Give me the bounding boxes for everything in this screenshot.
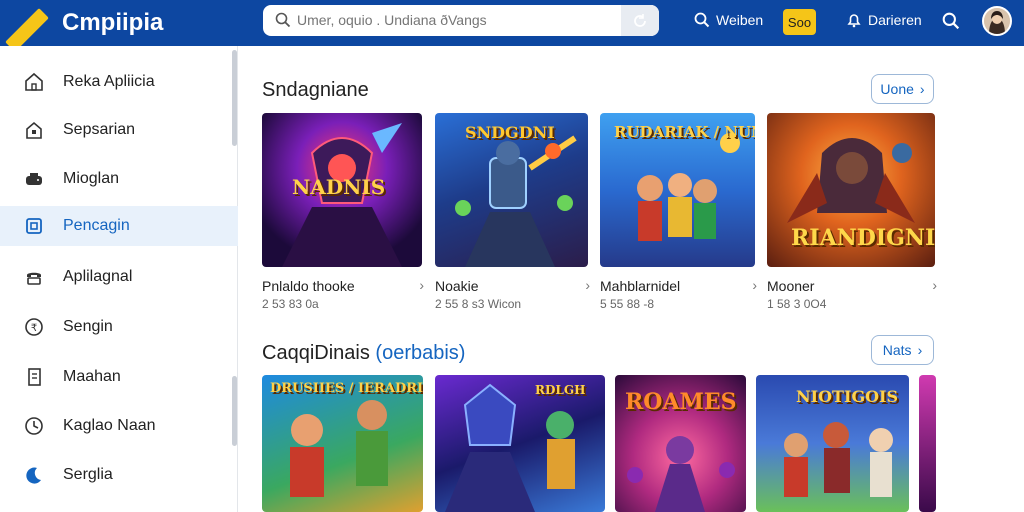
chevron-right-icon: › bbox=[919, 81, 925, 97]
topbar-badge[interactable]: Soo bbox=[783, 9, 816, 35]
game-art-title: RIANDIGNI bbox=[791, 225, 935, 251]
game-tile[interactable]: RDLGH bbox=[435, 375, 605, 512]
game-meta: 1 58 3 0O4 bbox=[767, 297, 827, 311]
refresh-icon bbox=[634, 13, 646, 27]
game-title: Mahblarnidel bbox=[600, 278, 681, 294]
chevron-right-icon: › bbox=[752, 277, 757, 293]
game-title: Noakie bbox=[435, 278, 479, 294]
search-icon[interactable] bbox=[942, 12, 960, 30]
coin-icon: ₹ bbox=[25, 318, 43, 336]
sidebar-item-label: Reka Apliicia bbox=[63, 73, 155, 90]
game-art-title: SNDGDNI bbox=[465, 123, 555, 142]
app-name: Cmpiipia bbox=[62, 9, 164, 36]
game-art-title: RDLGH bbox=[535, 383, 586, 397]
see-more-button[interactable]: Uone › bbox=[871, 74, 934, 104]
game-tile[interactable]: NIOTIGOIS bbox=[756, 375, 909, 512]
avatar[interactable] bbox=[982, 6, 1012, 36]
sidebar-item-label: Serglia bbox=[63, 466, 113, 483]
home-icon bbox=[25, 72, 43, 91]
sidebar-item-2[interactable]: Sepsarian bbox=[0, 110, 238, 150]
game-meta: 2 53 83 0a bbox=[262, 297, 319, 311]
bell-icon bbox=[847, 14, 861, 28]
game-art-title: DRUSIIES / IERADRINE bbox=[270, 381, 423, 396]
sidebar-item-6[interactable]: ₹ Sengin bbox=[0, 307, 238, 347]
chevron-right-icon: › bbox=[585, 277, 590, 293]
sidebar-item-home[interactable]: Reka Apliicia bbox=[0, 62, 238, 102]
controller-icon bbox=[26, 173, 42, 185]
game-art-title: NIOTIGOIS bbox=[796, 387, 899, 406]
chevron-right-icon: › bbox=[917, 342, 923, 358]
sidebar-item-7[interactable]: Maahan bbox=[0, 357, 238, 397]
game-art-title: ROAMES bbox=[625, 389, 737, 415]
game-thumbnail: SNDGDNI bbox=[435, 113, 588, 267]
search-icon bbox=[694, 12, 710, 28]
sidebar-item-label: Kaglao Naan bbox=[63, 417, 156, 434]
section-title-text: CaqqiDinais bbox=[262, 342, 370, 364]
sidebar-item-label: Mioglan bbox=[63, 170, 120, 187]
clock-icon bbox=[25, 417, 43, 435]
search-submit-button[interactable] bbox=[621, 5, 659, 36]
user-avatar-icon bbox=[984, 8, 1010, 34]
game-art-title: RUDARIAK / NUNME bbox=[614, 123, 755, 141]
sidebar-item-label: Sengin bbox=[63, 318, 113, 335]
chevron-right-icon: › bbox=[419, 277, 424, 293]
search-icon bbox=[275, 12, 291, 28]
sidebar-item-label: Maahan bbox=[63, 368, 121, 385]
sidebar-item-label: Sepsarian bbox=[63, 121, 136, 138]
house-lock-icon bbox=[26, 121, 42, 139]
topbar-search-link[interactable]: Weiben bbox=[694, 12, 763, 28]
see-more-label: Nats bbox=[882, 342, 912, 358]
see-more-label: Uone bbox=[880, 81, 914, 97]
game-thumbnail: RIANDIGNI bbox=[767, 113, 935, 267]
sidebar-item-4[interactable]: Pencagin bbox=[0, 206, 238, 246]
main-content: Sndagniane Uone › NADNIS Pnlaldo thooke … bbox=[238, 46, 1024, 512]
topbar-notifications-link[interactable]: Darieren bbox=[846, 12, 922, 28]
game-tile[interactable]: ROAMES bbox=[615, 375, 746, 512]
section-title: CaqqiDinais (oerbabis) bbox=[262, 342, 465, 365]
game-title: Mooner bbox=[767, 278, 815, 294]
game-thumbnail: RUDARIAK / NUNME bbox=[600, 113, 755, 267]
topbar-item-label: Weiben bbox=[716, 12, 764, 28]
search-bar bbox=[263, 5, 659, 36]
svg-text:₹: ₹ bbox=[31, 323, 37, 334]
phone-icon bbox=[27, 272, 41, 285]
game-title: Pnlaldo thooke bbox=[262, 278, 355, 294]
game-thumbnail: NADNIS bbox=[262, 113, 422, 267]
search-input[interactable] bbox=[297, 9, 617, 31]
section-title: Sndagniane bbox=[262, 79, 369, 101]
sidebar-item-label: Aplilagnal bbox=[63, 268, 133, 285]
square-icon bbox=[26, 218, 42, 234]
chevron-right-icon: › bbox=[932, 277, 937, 293]
game-meta: 2 55 8 s3 Wicon bbox=[435, 297, 522, 311]
sidebar-item-5[interactable]: Aplilagnal bbox=[0, 257, 238, 297]
section-title-accent: (oerbabis) bbox=[375, 342, 466, 364]
sidebar-item-8[interactable]: Kaglao Naan bbox=[0, 406, 238, 446]
sidebar-item-label: Pencagin bbox=[63, 217, 130, 234]
moon-icon bbox=[26, 467, 41, 484]
top-bar: Cmpiipia Weiben Soo Darieren bbox=[0, 0, 1024, 52]
sidebar-item-3[interactable]: Mioglan bbox=[0, 159, 238, 199]
game-meta: 5 55 88 -8 bbox=[600, 297, 655, 311]
see-more-button[interactable]: Nats › bbox=[871, 335, 934, 365]
game-art-title: NADNIS bbox=[292, 175, 386, 199]
game-tile[interactable]: DRUSIIES / IERADRINE bbox=[262, 375, 423, 512]
topbar-item-label: Darieren bbox=[868, 12, 922, 28]
document-icon bbox=[28, 368, 41, 386]
sidebar-item-9[interactable]: Serglia bbox=[0, 455, 238, 495]
game-tile-partial[interactable] bbox=[919, 375, 936, 512]
sidebar: Reka Apliicia Sepsarian Mioglan Pencagin… bbox=[0, 46, 238, 512]
app-logo[interactable]: Cmpiipia bbox=[5, 2, 194, 52]
